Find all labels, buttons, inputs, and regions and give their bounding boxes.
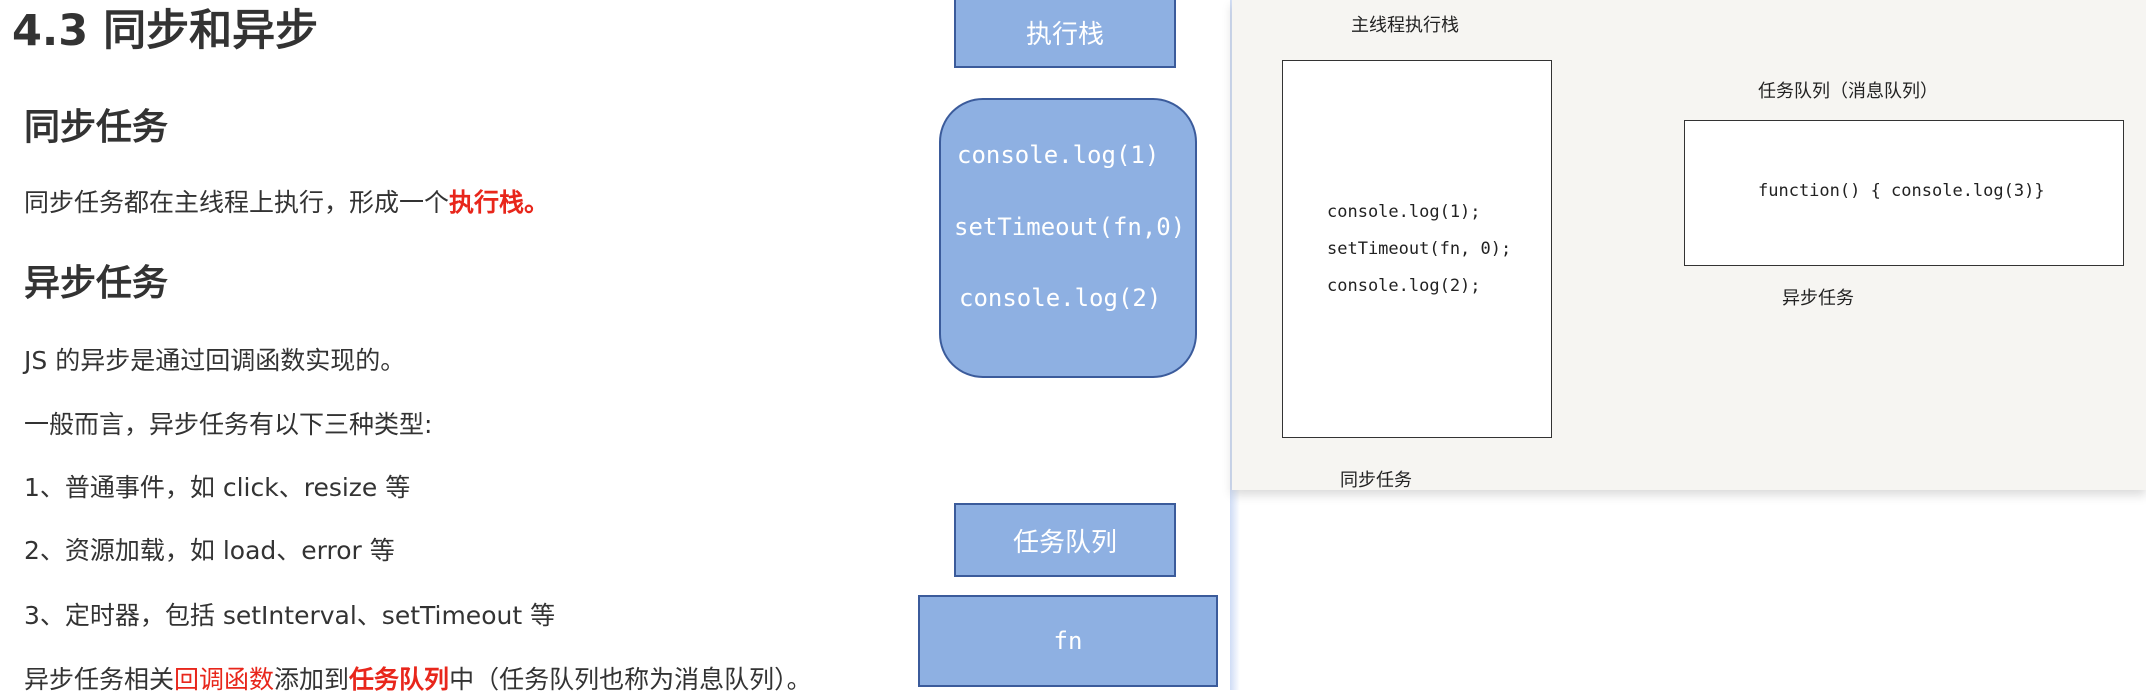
main-thread-label: 主线程执行栈 [1351,15,1459,36]
async-paragraph-2: 一般而言，异步任务有以下三种类型: [24,410,433,439]
sync-description-text: 同步任务都在主线程上执行，形成一个 [24,188,450,217]
task-queue-title: 任务队列（消息队列） [1758,81,1938,102]
fn-box: fn [918,595,1218,687]
event-loop-diagram-panel: 主线程执行栈 console.log(1); setTimeout(fn, 0)… [1232,0,2146,491]
async-paragraph-1: JS 的异步是通过回调函数实现的。 [24,346,406,375]
exec-stack-label: 执行栈 [1025,19,1104,50]
task-queue-label: 任务队列 [1012,527,1117,558]
stack-line-1: console.log(1) [957,141,1160,169]
main-code-line-2: setTimeout(fn, 0); [1327,239,1512,259]
main-code-line-3: console.log(2); [1327,276,1481,296]
sync-heading: 同步任务 [24,107,169,148]
async-heading: 异步任务 [24,263,169,304]
sync-description: 同步任务都在主线程上执行，形成一个执行栈。 [24,183,549,219]
fn-label: fn [1053,627,1083,655]
task-queue-box: 任务队列 [954,503,1176,577]
queue-code: function() { console.log(3)} [1758,181,2045,201]
async-list-item-3: 3、定时器，包括 setInterval、setTimeout 等 [24,601,556,630]
stack-line-2: setTimeout(fn,0) [954,213,1186,241]
exec-stack-highlight: 执行栈。 [449,188,550,217]
page-title: 4.3 同步和异步 [12,6,319,56]
stack-line-3: console.log(2) [959,284,1162,312]
exec-stack-box: 执行栈 [954,0,1176,68]
main-code-line-1: console.log(1); [1327,202,1481,222]
async-task-label: 异步任务 [1782,288,1854,309]
callback-paragraph: 异步任务相关回调函数添加到任务队列中（任务队列也称为消息队列）。 [24,660,812,696]
sync-task-label: 同步任务 [1340,470,1412,491]
async-list-item-2: 2、资源加载，如 load、error 等 [24,536,395,565]
async-list-item-1: 1、普通事件，如 click、resize 等 [24,473,411,502]
